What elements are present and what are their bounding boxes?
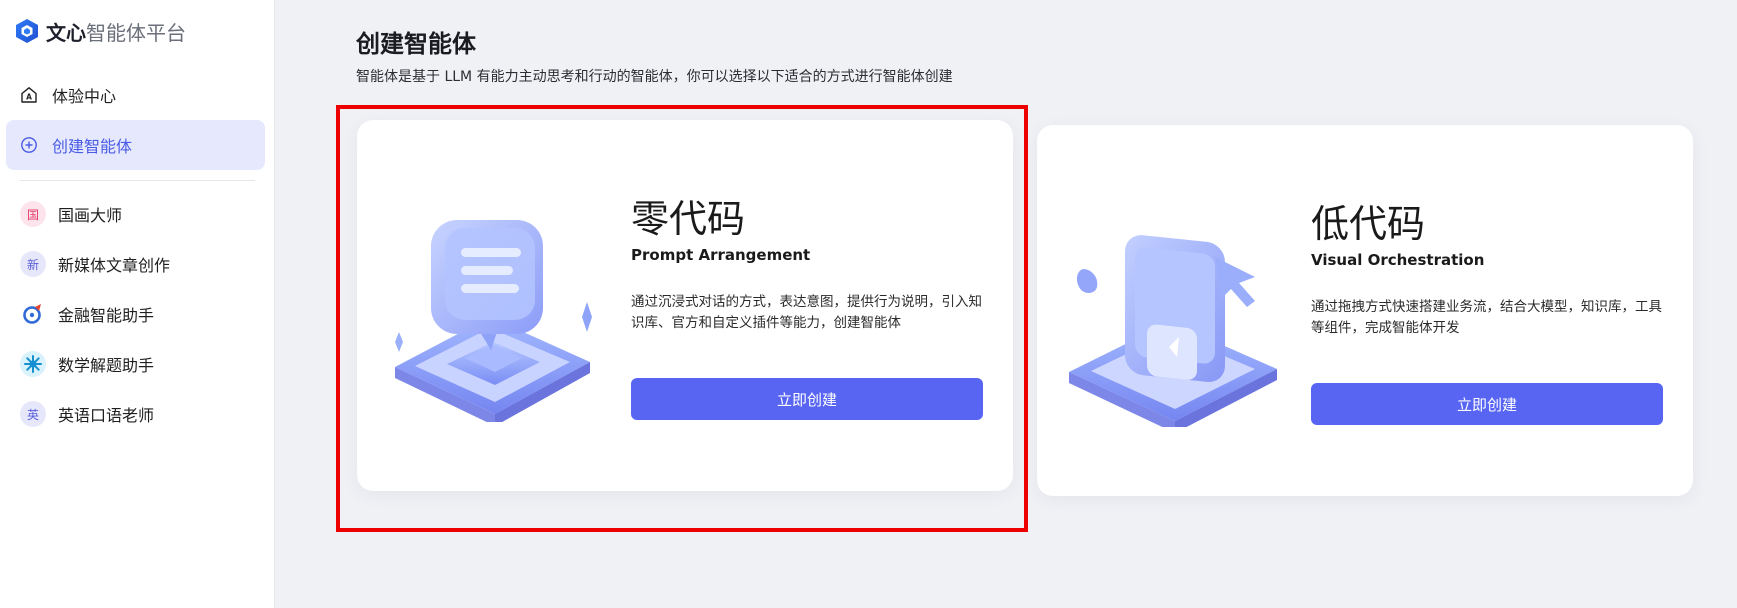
agent-item-english[interactable]: 英 英语口语老师: [6, 392, 265, 436]
wenxin-logo-icon: [16, 19, 38, 43]
home-a-icon: A: [20, 86, 38, 104]
agent-item-label: 新媒体文章创作: [58, 256, 171, 275]
agent-item-label: 数学解题助手: [58, 356, 155, 375]
card-subtitle: Prompt Arrangement: [631, 246, 811, 264]
zero-code-card: 零代码 Prompt Arrangement 通过沉浸式对话的方式，表达意图，提…: [357, 120, 1013, 491]
chat-bubble-illustration: [395, 220, 592, 422]
plus-circle-icon: [20, 136, 38, 154]
create-zero-code-button[interactable]: 立即创建: [631, 378, 983, 420]
sidebar-divider: [20, 180, 255, 181]
nav-item-label: 创建智能体: [52, 137, 133, 156]
avatar: 英: [20, 401, 46, 427]
brand-name-rest: 智能体平台: [86, 20, 186, 45]
agent-item-finance[interactable]: 金融智能助手: [6, 292, 265, 336]
nav-item-label: 体验中心: [52, 87, 117, 106]
finance-logo-icon: [20, 301, 46, 327]
sidebar: 文心 智能体平台 A 体验中心 创建智能体 国 国画大师 新 新媒体文章创作 金…: [0, 0, 275, 608]
nav-item-experience-center[interactable]: A 体验中心: [6, 70, 265, 120]
page-subtitle: 智能体是基于 LLM 有能力主动思考和行动的智能体，你可以选择以下适合的方式进行…: [356, 69, 953, 85]
avatar: 国: [20, 201, 46, 227]
agent-item-label: 国画大师: [58, 206, 123, 225]
agent-item-label: 英语口语老师: [58, 406, 155, 425]
brand[interactable]: 文心 智能体平台: [14, 16, 186, 46]
page-title: 创建智能体: [356, 30, 476, 58]
low-code-card: 低代码 Visual Orchestration 通过拖拽方式快速搭建业务流，结…: [1037, 125, 1693, 496]
card-description: 通过拖拽方式快速搭建业务流，结合大模型，知识库，工具等组件，完成智能体开发: [1311, 299, 1662, 336]
card-description: 通过沉浸式对话的方式，表达意图，提供行为说明，引入知识库、官方和自定义插件等能力…: [631, 294, 982, 331]
math-burst-icon: [20, 351, 46, 377]
svg-text:A: A: [26, 93, 32, 102]
brand-name-bold: 文心: [46, 20, 86, 45]
create-low-code-button[interactable]: 立即创建: [1311, 383, 1663, 425]
agent-item-guohua[interactable]: 国 国画大师: [6, 192, 265, 236]
cursor-screen-illustration: [1069, 235, 1277, 427]
avatar: 新: [20, 251, 46, 277]
card-title: 低代码: [1311, 202, 1426, 246]
agent-item-new-media[interactable]: 新 新媒体文章创作: [6, 242, 265, 286]
card-title: 零代码: [631, 197, 746, 241]
agent-item-label: 金融智能助手: [58, 306, 155, 325]
card-subtitle: Visual Orchestration: [1311, 251, 1485, 269]
agent-item-math[interactable]: 数学解题助手: [6, 342, 265, 386]
nav-item-create-agent[interactable]: 创建智能体: [6, 120, 265, 170]
